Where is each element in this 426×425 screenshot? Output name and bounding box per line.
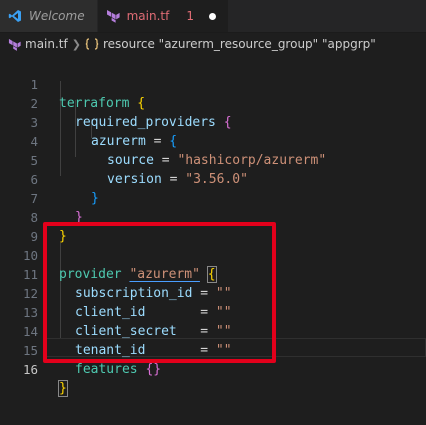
tab-welcome[interactable]: Welcome (0, 0, 98, 32)
terraform-icon (8, 38, 21, 51)
unsaved-dot-icon[interactable] (208, 12, 216, 20)
breadcrumb-symbol[interactable]: resource "azurerm_resource_group" "appgr… (103, 37, 376, 51)
breadcrumb-file[interactable]: main.tf (25, 37, 68, 51)
code-line: 2 required_providers { (0, 75, 426, 130)
block-features: features (75, 362, 138, 377)
tab-main-tf[interactable]: main.tf 1 (97, 0, 229, 32)
tab-label: main.tf (126, 9, 170, 23)
code-line: 7 } (0, 170, 426, 225)
tab-label: Welcome (29, 9, 85, 23)
symbol-structure-icon (85, 38, 99, 50)
code-line: 5 version = "3.56.0" (0, 132, 426, 187)
code-line: 3 azurerm = { (0, 94, 426, 149)
breadcrumb: main.tf ❯ resource "azurerm_resource_gro… (0, 32, 426, 56)
terraform-icon (106, 10, 120, 23)
line-number: 16 (22, 362, 38, 377)
vscode-icon (8, 10, 21, 22)
chevron-right-icon: ❯ (71, 37, 81, 51)
brace: {} (145, 362, 162, 377)
brace: } (58, 380, 68, 397)
code-line: 6 } (0, 151, 426, 206)
code-line: 4 source = "hashicorp/azurerm" (0, 113, 426, 168)
editor-tab-bar: Welcome main.tf 1 (0, 0, 426, 33)
code-line: 1 terraform { (0, 56, 426, 111)
code-line: 8 } (0, 189, 426, 244)
annotation-highlight-box (43, 222, 276, 363)
problem-count-badge: 1 (186, 9, 194, 23)
